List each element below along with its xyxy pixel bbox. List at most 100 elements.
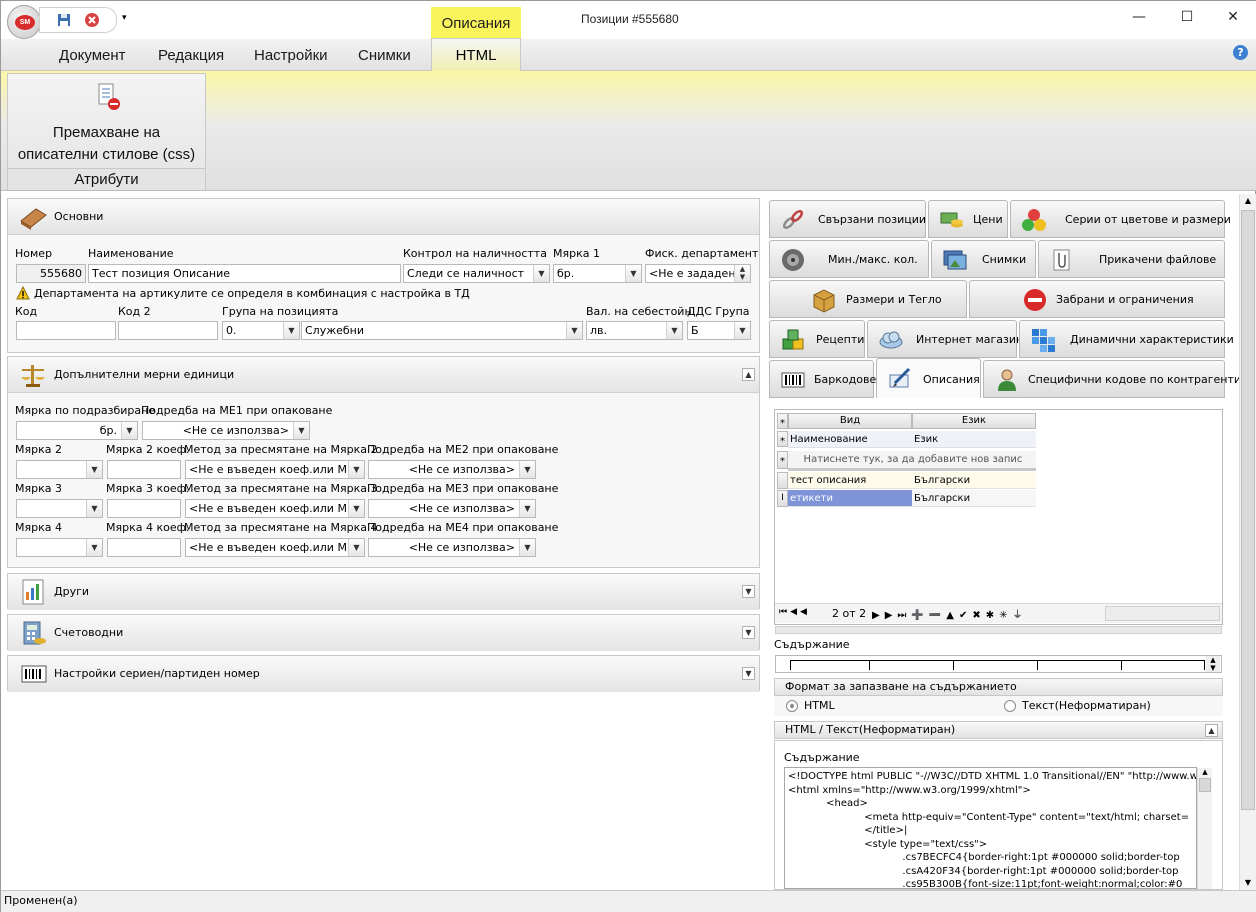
chevron-down-icon[interactable]: ▼ xyxy=(519,539,535,556)
radio-html[interactable] xyxy=(786,700,798,712)
chevron-down-icon[interactable]: ▼ xyxy=(533,265,549,282)
unit3-method-select[interactable]: <Не е въведен коеф.или МЕ> ▼ xyxy=(185,499,365,518)
tab-partner-codes[interactable]: Специфични кодове по контрагенти xyxy=(983,360,1241,398)
tab-attached-files[interactable]: Прикачени файлове xyxy=(1038,240,1225,278)
unit2-select[interactable]: ▼ xyxy=(16,460,103,479)
name-field[interactable]: Тест позиция Описание xyxy=(88,264,401,283)
chevron-down-icon[interactable]: ▼ xyxy=(348,461,364,478)
tab-descriptions[interactable]: Описания xyxy=(876,358,981,398)
tab-edit[interactable]: Редакция xyxy=(158,47,224,64)
unit3-coef-field[interactable] xyxy=(107,499,181,518)
chevron-down-icon[interactable]: ▼ xyxy=(566,322,582,339)
stock-control-select[interactable]: Следи се наличност ▼ xyxy=(403,264,550,283)
panel-units-header[interactable]: Допълнителни мерни единици ▲ xyxy=(8,357,759,393)
vat-group-select[interactable]: Б ▼ xyxy=(687,321,751,340)
main-vscroll[interactable]: ▲ ▼ xyxy=(1239,194,1256,890)
panel-serial[interactable]: Настройки сериен/партиден номер ▼ xyxy=(7,655,760,692)
tab-web-shop[interactable]: Интернет магазин xyxy=(867,320,1023,358)
tab-min-max[interactable]: Мин./макс. кол. xyxy=(769,240,929,278)
content-field[interactable]: ▲ ▼ xyxy=(775,655,1222,673)
radio-text[interactable] xyxy=(1004,700,1016,712)
unit3-select[interactable]: ▼ xyxy=(16,499,103,518)
tab-linked-items[interactable]: Свързани позиции xyxy=(769,200,926,238)
expand-icon[interactable]: ▼ xyxy=(742,626,755,639)
chevron-down-icon[interactable]: ▼ xyxy=(121,422,137,439)
tab-color-size-series[interactable]: Серии от цветове и размери xyxy=(1010,200,1231,238)
tab-dynamic-characteristics[interactable]: Динамични характеристики xyxy=(1019,320,1234,358)
default-unit-select[interactable]: бр. ▼ xyxy=(16,421,138,440)
panel-serial-header[interactable]: Настройки сериен/партиден номер ▼ xyxy=(8,656,759,692)
spin-icon[interactable]: ▲ ▼ xyxy=(1206,656,1220,672)
panel-other[interactable]: Други ▼ xyxy=(7,573,760,610)
filter-lang-cell[interactable]: Език xyxy=(912,431,1036,448)
chevron-down-icon[interactable]: ▼ xyxy=(86,539,102,556)
fiscal-dept-spinner[interactable]: <Не е зададен> ▲ ▼ xyxy=(645,264,751,283)
order-me1-select[interactable]: <Не се използва> ▼ xyxy=(142,421,310,440)
code-field[interactable] xyxy=(16,321,116,340)
maximize-button[interactable]: ☐ xyxy=(1173,7,1201,27)
cost-currency-select[interactable]: лв. ▼ xyxy=(586,321,683,340)
unit4-order-select[interactable]: <Не се използва> ▼ xyxy=(368,538,536,557)
app-menu-button[interactable]: SM xyxy=(7,5,41,39)
tab-prices[interactable]: Цени xyxy=(928,200,1008,238)
unit4-coef-field[interactable] xyxy=(107,538,181,557)
save-icon[interactable] xyxy=(56,12,72,28)
collapse-icon[interactable]: ▲ xyxy=(1205,724,1218,737)
tab-settings[interactable]: Настройки xyxy=(254,47,328,64)
chevron-down-icon[interactable]: ▼ xyxy=(666,322,682,339)
unit2-method-select[interactable]: <Не е въведен коеф.или МЕ> ▼ xyxy=(185,460,365,479)
chevron-down-icon[interactable]: ▼ xyxy=(734,322,750,339)
new-row-hint[interactable]: Натиснете тук, за да добавите нов запис xyxy=(788,451,1036,471)
table-row-lang[interactable]: Български xyxy=(912,490,1036,507)
chevron-down-icon[interactable]: ▼ xyxy=(348,500,364,517)
group-name-select[interactable]: Служебни ▼ xyxy=(301,321,583,340)
unit3-order-select[interactable]: <Не се използва> ▼ xyxy=(368,499,536,518)
chevron-down-icon[interactable]: ▼ xyxy=(519,500,535,517)
table-row-kind[interactable]: етикети xyxy=(788,490,912,507)
chevron-down-icon[interactable]: ▼ xyxy=(519,461,535,478)
tab-images[interactable]: Снимки xyxy=(358,47,411,64)
unit4-method-select[interactable]: <Не е въведен коеф.или МЕ> ▼ xyxy=(185,538,365,557)
unit4-select[interactable]: ▼ xyxy=(16,538,103,557)
panel-basic-header[interactable]: Основни xyxy=(8,199,759,235)
table-row-lang[interactable]: Български xyxy=(912,472,1036,489)
customize-toolbar-icon[interactable]: ▾ xyxy=(122,13,138,29)
chevron-down-icon[interactable]: ▼ xyxy=(348,539,364,556)
filter-kind-cell[interactable]: Наименование xyxy=(788,431,912,448)
grid-hscroll[interactable] xyxy=(1105,606,1220,621)
tab-barcodes[interactable]: Баркодове xyxy=(769,360,876,398)
chevron-down-icon[interactable]: ▼ xyxy=(625,265,641,282)
remove-css-button[interactable]: Премахване на описателни стилове (css) xyxy=(8,122,205,166)
table-row-kind[interactable]: тест описания xyxy=(788,472,912,489)
chevron-down-icon[interactable]: ▼ xyxy=(86,500,102,517)
unit2-coef-field[interactable] xyxy=(107,460,181,479)
expand-icon[interactable]: ▼ xyxy=(742,667,755,680)
panel-other-header[interactable]: Други ▼ xyxy=(8,574,759,610)
chevron-down-icon[interactable]: ▼ xyxy=(293,422,309,439)
grid-header-lang[interactable]: Език xyxy=(912,413,1036,429)
panel-accounting[interactable]: Счетоводни ▼ xyxy=(7,614,760,651)
group-code-select[interactable]: 0. ▼ xyxy=(222,321,300,340)
panel-accounting-header[interactable]: Счетоводни ▼ xyxy=(8,615,759,651)
minimize-button[interactable]: — xyxy=(1125,7,1153,27)
code-vscroll[interactable]: ▲ xyxy=(1197,768,1212,889)
nav-first-prev-icons[interactable]: ⏮◀◀ xyxy=(779,607,810,617)
spin-icon[interactable]: ▲ ▼ xyxy=(734,265,750,282)
grid-header-kind[interactable]: Вид xyxy=(788,413,912,429)
tab-images-right[interactable]: Снимки xyxy=(931,240,1036,278)
help-icon[interactable]: ? xyxy=(1233,45,1248,60)
unit2-order-select[interactable]: <Не се използва> ▼ xyxy=(368,460,536,479)
html-code-editor[interactable]: <!DOCTYPE html PUBLIC "-//W3C//DTD XHTML… xyxy=(784,767,1197,889)
collapse-icon[interactable]: ▲ xyxy=(742,368,755,381)
tab-bans-restrictions[interactable]: Забрани и ограничения xyxy=(969,280,1225,318)
chevron-down-icon[interactable]: ▼ xyxy=(86,461,102,478)
tab-document[interactable]: Документ xyxy=(59,47,126,64)
nav-next-last-edit-icons[interactable]: ▶▶⏭➕➖▲✔✖✱✳⏚ xyxy=(872,606,1028,621)
chevron-down-icon[interactable]: ▼ xyxy=(283,322,299,339)
tab-recipes[interactable]: Рецепти xyxy=(769,320,865,358)
splitter[interactable] xyxy=(775,626,1222,634)
expand-icon[interactable]: ▼ xyxy=(742,585,755,598)
unit-select[interactable]: бр. ▼ xyxy=(553,264,642,283)
html-section-header[interactable]: HTML / Текст(Неформатиран) ▲ xyxy=(774,721,1223,739)
tab-dimensions-weight[interactable]: Размери и Тегло xyxy=(769,280,967,318)
